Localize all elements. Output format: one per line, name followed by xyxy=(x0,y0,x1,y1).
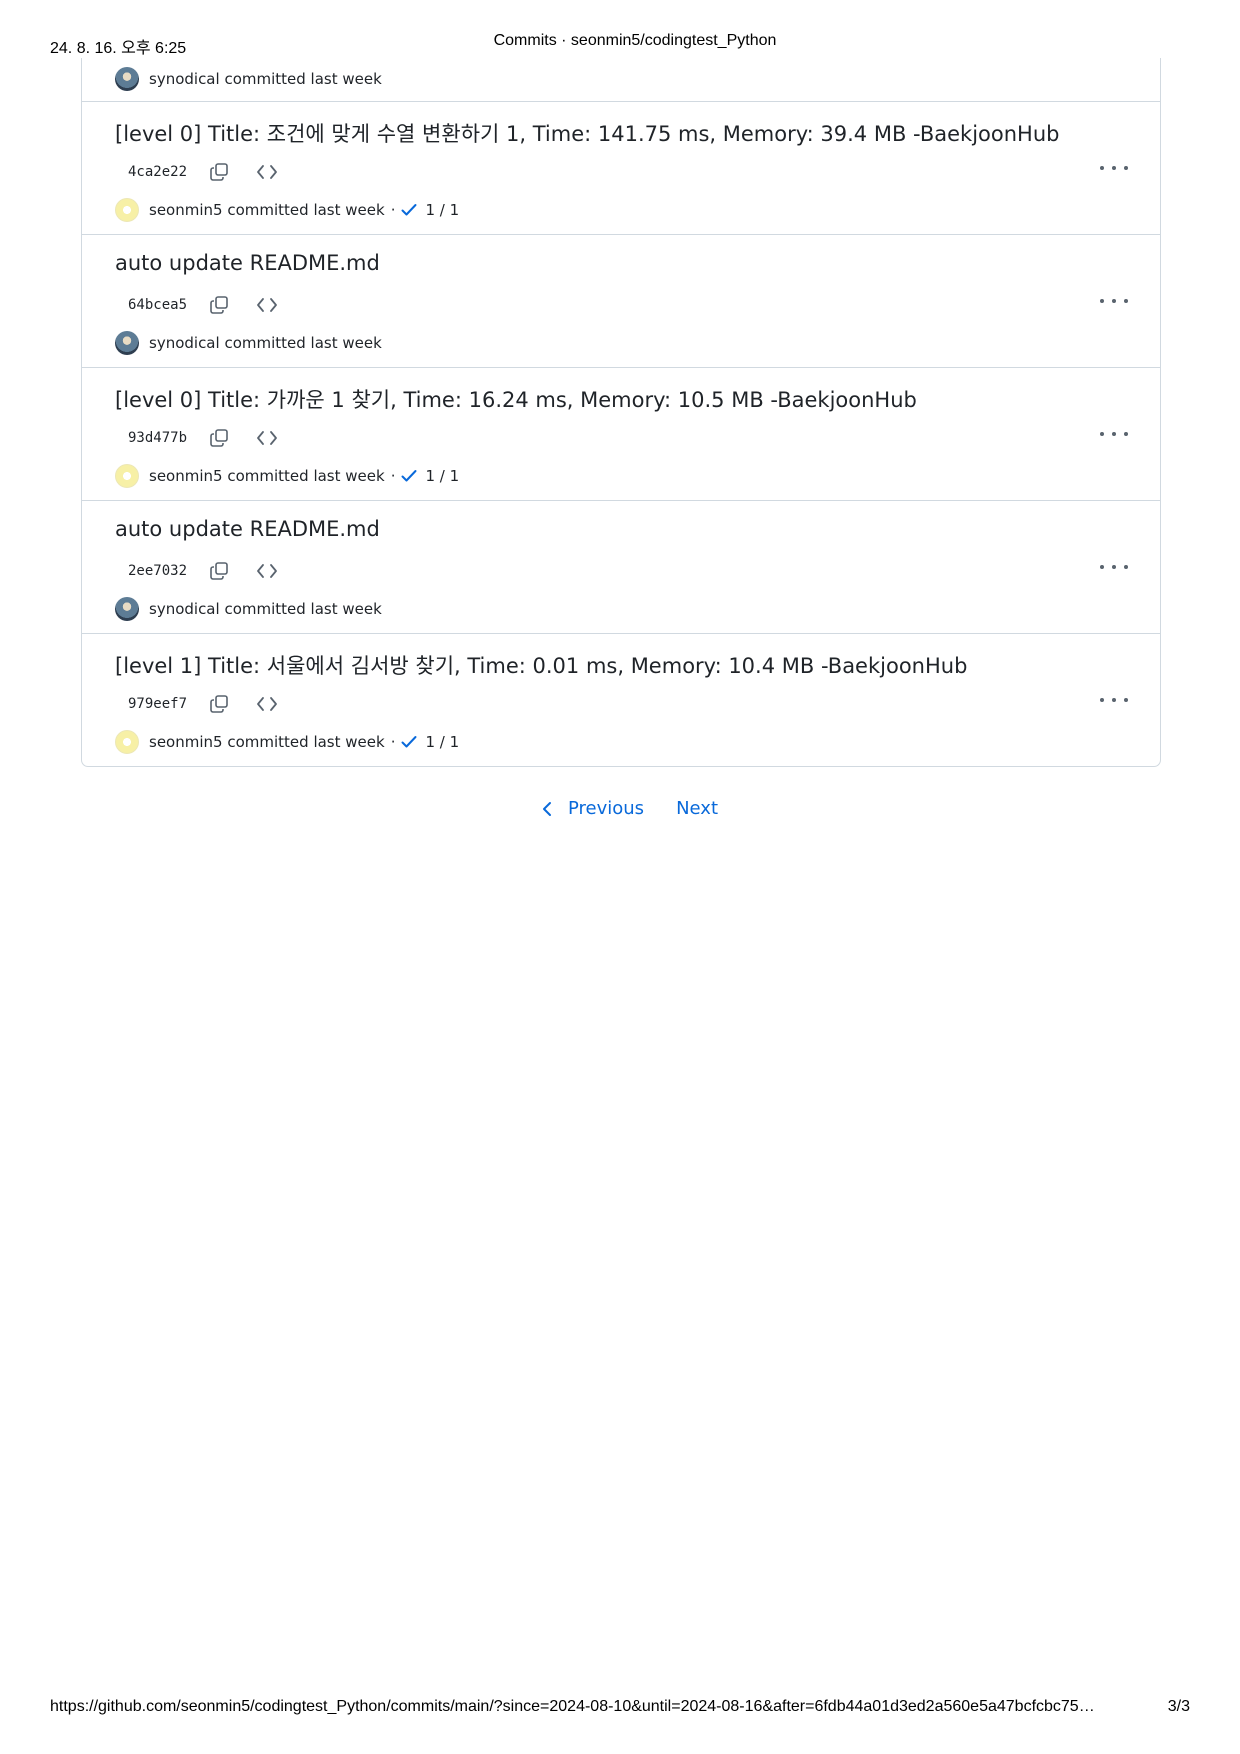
chevron-left-icon xyxy=(542,801,551,816)
committed-time: committed last week xyxy=(224,70,382,88)
more-options-button[interactable] xyxy=(1100,293,1128,309)
print-footer-url: https://github.com/seonmin5/codingtest_P… xyxy=(50,1698,1095,1715)
avatar[interactable] xyxy=(115,198,139,222)
avatar[interactable] xyxy=(115,730,139,754)
commit-sha[interactable]: 2ee7032 xyxy=(128,563,187,579)
pagination: Previous Next xyxy=(0,798,1240,819)
code-icon[interactable] xyxy=(255,160,279,184)
code-icon[interactable] xyxy=(255,692,279,716)
checks-status[interactable]: 1 / 1 xyxy=(425,201,459,219)
avatar[interactable] xyxy=(115,597,139,621)
commit-row: [level 0] Title: 가까운 1 찾기, Time: 16.24 m… xyxy=(82,368,1160,501)
separator: · xyxy=(390,733,396,751)
copy-icon[interactable] xyxy=(207,160,231,184)
separator: · xyxy=(390,201,396,219)
author-name[interactable]: synodical xyxy=(149,70,220,88)
committed-time: committed last week xyxy=(227,733,385,751)
kebab-horizontal-icon xyxy=(1100,299,1104,303)
committed-time: committed last week xyxy=(224,600,382,618)
committed-time: committed last week xyxy=(227,467,385,485)
kebab-horizontal-icon xyxy=(1100,565,1104,569)
print-header-title: Commits · seonmin5/codingtest_Python xyxy=(493,32,777,49)
avatar[interactable] xyxy=(115,331,139,355)
copy-icon[interactable] xyxy=(207,559,231,583)
check-icon[interactable] xyxy=(401,735,417,749)
committed-time: committed last week xyxy=(224,334,382,352)
commit-list: synodical committed last week [level 0] … xyxy=(81,58,1161,767)
commit-author-line: synodical committed last week xyxy=(115,597,382,621)
commit-row-partial: synodical committed last week xyxy=(82,58,1160,102)
author-name[interactable]: synodical xyxy=(149,600,220,618)
next-button[interactable]: Next xyxy=(676,798,718,819)
committed-time: committed last week xyxy=(227,201,385,219)
commit-author-line: synodical committed last week xyxy=(115,331,382,355)
kebab-horizontal-icon xyxy=(1100,166,1104,170)
more-options-button[interactable] xyxy=(1100,160,1128,176)
commit-sha[interactable]: 93d477b xyxy=(128,430,187,446)
commit-title[interactable]: [level 0] Title: 조건에 맞게 수열 변환하기 1, Time:… xyxy=(115,118,1059,148)
avatar[interactable] xyxy=(115,67,139,91)
commit-title[interactable]: auto update README.md xyxy=(115,251,380,275)
checks-status[interactable]: 1 / 1 xyxy=(425,467,459,485)
commit-row: auto update README.md 2ee7032 synodical … xyxy=(82,501,1160,634)
commit-sha-line: 2ee7032 xyxy=(128,559,303,583)
copy-icon[interactable] xyxy=(207,692,231,716)
print-footer-page-number: 3/3 xyxy=(1167,1698,1190,1715)
commit-author-line: seonmin5 committed last week · 1 / 1 xyxy=(115,464,459,488)
check-icon[interactable] xyxy=(401,469,417,483)
copy-icon[interactable] xyxy=(207,293,231,317)
more-options-button[interactable] xyxy=(1100,692,1128,708)
commit-sha-line: 4ca2e22 xyxy=(128,160,303,184)
author-name[interactable]: synodical xyxy=(149,334,220,352)
commit-sha-line: 93d477b xyxy=(128,426,303,450)
author-name[interactable]: seonmin5 xyxy=(149,467,223,485)
code-icon[interactable] xyxy=(255,559,279,583)
more-options-button[interactable] xyxy=(1100,426,1128,442)
commit-author-line: seonmin5 committed last week · 1 / 1 xyxy=(115,198,459,222)
commit-author-line: seonmin5 committed last week · 1 / 1 xyxy=(115,730,459,754)
separator: · xyxy=(390,467,396,485)
commit-sha-line: 64bcea5 xyxy=(128,293,303,317)
avatar[interactable] xyxy=(115,464,139,488)
kebab-horizontal-icon xyxy=(1100,432,1104,436)
author-name[interactable]: seonmin5 xyxy=(149,733,223,751)
code-icon[interactable] xyxy=(255,426,279,450)
commit-sha[interactable]: 64bcea5 xyxy=(128,297,187,313)
copy-icon[interactable] xyxy=(207,426,231,450)
code-icon[interactable] xyxy=(255,293,279,317)
kebab-horizontal-icon xyxy=(1100,698,1104,702)
previous-button[interactable]: Previous xyxy=(542,798,644,819)
previous-label[interactable]: Previous xyxy=(568,798,644,819)
commit-row: [level 0] Title: 조건에 맞게 수열 변환하기 1, Time:… xyxy=(82,102,1160,235)
commit-title[interactable]: auto update README.md xyxy=(115,517,380,541)
checks-status[interactable]: 1 / 1 xyxy=(425,733,459,751)
commit-author-line: synodical committed last week xyxy=(115,67,382,91)
commit-title[interactable]: [level 0] Title: 가까운 1 찾기, Time: 16.24 m… xyxy=(115,384,917,414)
more-options-button[interactable] xyxy=(1100,559,1128,575)
check-icon[interactable] xyxy=(401,203,417,217)
commit-sha[interactable]: 4ca2e22 xyxy=(128,164,187,180)
commit-sha-line: 979eef7 xyxy=(128,692,303,716)
commit-sha[interactable]: 979eef7 xyxy=(128,696,187,712)
author-name[interactable]: seonmin5 xyxy=(149,201,223,219)
commit-title[interactable]: [level 1] Title: 서울에서 김서방 찾기, Time: 0.01… xyxy=(115,650,967,680)
commit-row: auto update README.md 64bcea5 synodical … xyxy=(82,235,1160,368)
commit-row: [level 1] Title: 서울에서 김서방 찾기, Time: 0.01… xyxy=(82,634,1160,766)
